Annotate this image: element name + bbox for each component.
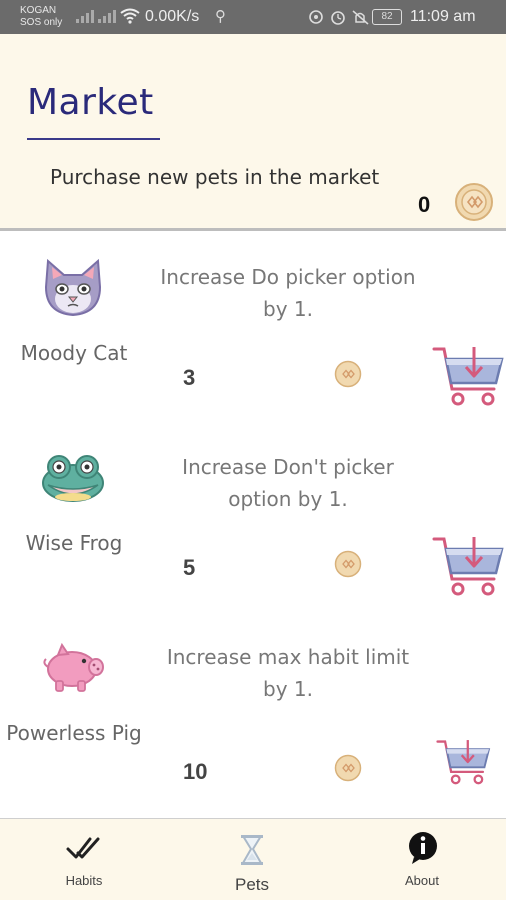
nav-pets[interactable]: Pets [168,819,336,900]
pet-description: Increase Do picker option by 1. [160,265,416,321]
pet-name: Wise Frog [25,531,123,555]
status-bar: KOGAN SOS only 0.00K/s ⚲ 82 11:09 am [0,0,506,34]
coin-icon [334,360,362,388]
carrier-name: KOGAN [20,5,57,16]
pet-row-wise-frog: Wise Frog Increase Don't picker option b… [0,421,506,611]
carrier-status: SOS only [20,17,63,28]
pet-price: 10 [183,759,208,784]
nav-label: Pets [234,875,270,894]
clock: 11:09 am [410,8,476,25]
status-icons [309,10,369,25]
nav-label: Habits [65,873,103,888]
market-header: Market Purchase new pets in the market 0 [0,34,506,228]
coin-icon [455,183,493,221]
coin-icon [334,754,362,782]
pet-row-powerless-pig: Powerless Pig Increase max habit limit b… [0,611,506,816]
usb-icon: ⚲ [215,7,226,25]
cat-icon [44,258,102,317]
pet-hourglass-icon [241,835,263,865]
net-speed: 0.00K/s [145,8,200,25]
carrier-label: KOGAN SOS only [20,5,62,29]
nav-habits[interactable]: Habits [0,819,168,900]
pet-price: 3 [183,365,196,390]
frog-icon [42,455,104,502]
title-underline [27,138,160,140]
info-icon [409,832,437,864]
buy-cart-button[interactable] [436,737,492,787]
pig-icon [43,642,104,692]
nav-about[interactable]: About [338,819,506,900]
pet-description: Increase max habit limit by 1. [166,645,410,701]
page-title: Market [27,82,154,123]
coin-icon [334,550,362,578]
pet-name: Powerless Pig [6,721,142,745]
coin-balance: 0 [418,192,431,217]
bottom-nav: Habits Pets About [0,818,506,900]
wifi-icon [120,8,140,24]
pet-description: Increase Don't picker option by 1. [182,455,394,511]
page-subtitle: Purchase new pets in the market [50,165,380,189]
buy-cart-button[interactable] [432,343,506,409]
buy-cart-button[interactable] [432,533,506,599]
pet-price: 5 [183,555,196,580]
signal-icon [76,10,116,23]
pet-name: Moody Cat [20,341,128,365]
pet-row-moody-cat: Moody Cat Increase Do picker option by 1… [0,231,506,421]
battery-indicator: 82 [372,9,402,25]
double-check-icon [66,837,100,859]
nav-label: About [405,873,439,888]
